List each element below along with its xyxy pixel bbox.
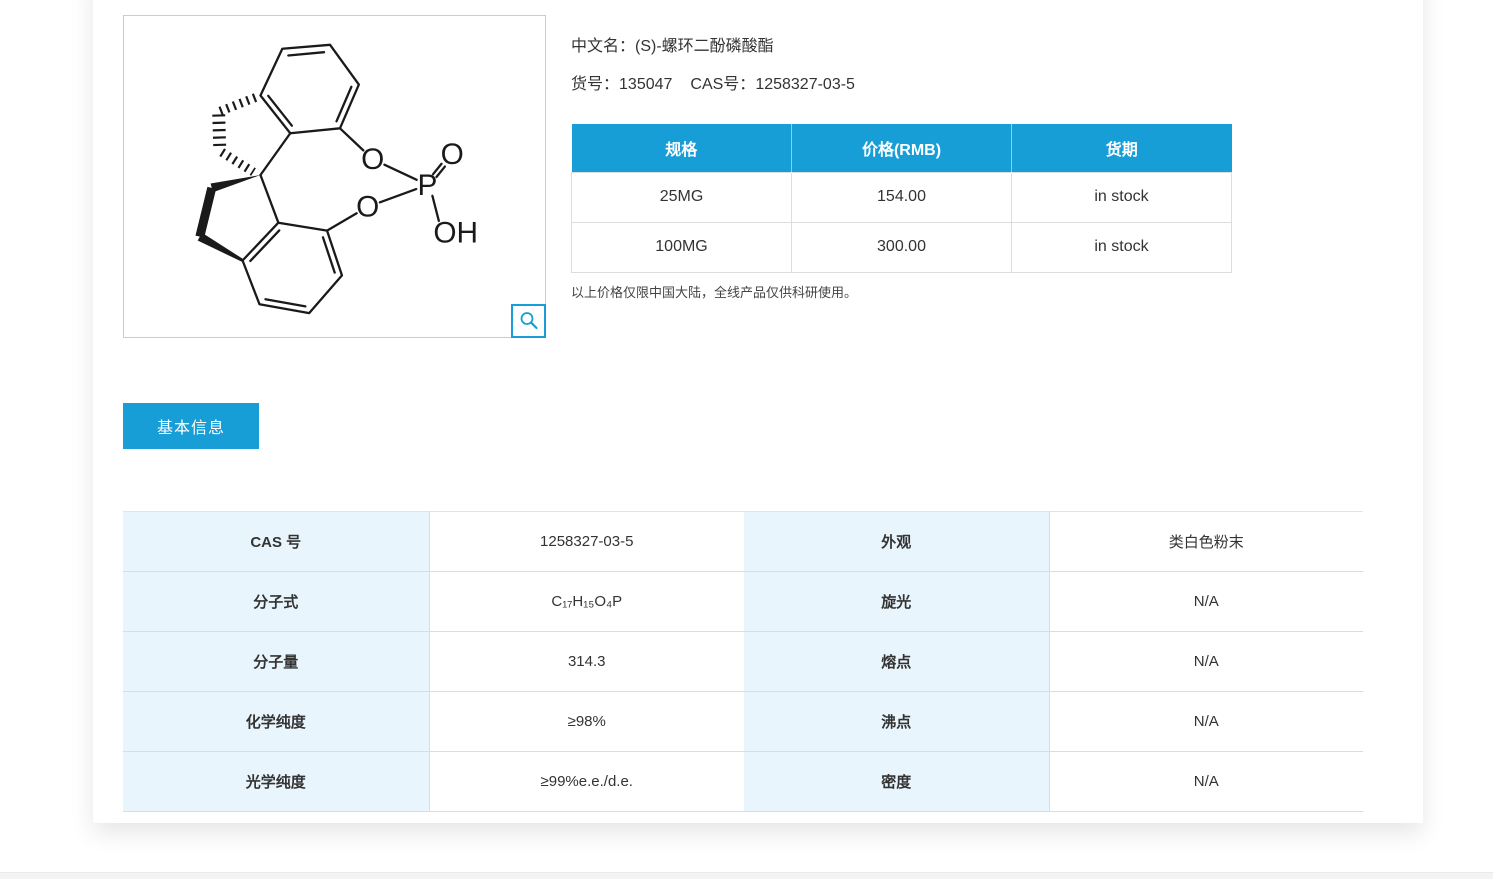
price-header-spec: 规格 [572, 124, 792, 172]
structure-image: O O P O OH [123, 15, 546, 338]
product-name-line: 中文名：(S)-螺环二酚磷酸酯 [571, 32, 774, 56]
product-name-label: 中文名： [571, 38, 635, 55]
property-label: CAS 号 [123, 512, 429, 572]
property-label: 分子量 [123, 632, 429, 692]
sku-label: 货号： [571, 76, 619, 93]
magnifier-icon [517, 309, 541, 333]
property-label: 旋光 [744, 572, 1049, 632]
cas-label: CAS号： [690, 76, 755, 93]
spec-cell: 100MG [572, 222, 792, 272]
property-label: 分子式 [123, 572, 429, 632]
cas-value: 1258327-03-5 [755, 76, 855, 93]
property-label: 化学纯度 [123, 692, 429, 752]
price-cell: 300.00 [792, 222, 1012, 272]
property-label: 密度 [744, 752, 1049, 812]
property-label: 沸点 [744, 692, 1049, 752]
spec-cell: 25MG [572, 172, 792, 222]
availability-cell: in stock [1012, 222, 1232, 272]
price-header-row: 规格 价格(RMB) 货期 [572, 124, 1232, 172]
zoom-button[interactable] [511, 304, 546, 338]
property-value: C₁₇H₁₅O₄P [429, 572, 744, 632]
property-value: N/A [1049, 632, 1363, 692]
atom-label-o-bottom: O [356, 191, 379, 224]
property-row: 分子式 C₁₇H₁₅O₄P 旋光 N/A [123, 572, 1363, 632]
property-row: 化学纯度 ≥98% 沸点 N/A [123, 692, 1363, 752]
property-row: CAS 号 1258327-03-5 外观 类白色粉末 [123, 512, 1363, 572]
property-row: 光学纯度 ≥99%e.e./d.e. 密度 N/A [123, 752, 1363, 812]
property-value: N/A [1049, 692, 1363, 752]
property-label: 外观 [744, 512, 1049, 572]
property-value: 类白色粉末 [1049, 512, 1363, 572]
property-label: 光学纯度 [123, 752, 429, 812]
property-value: ≥99%e.e./d.e. [429, 752, 744, 812]
property-value: N/A [1049, 572, 1363, 632]
footer-strip [0, 872, 1493, 879]
atom-label-o-double: O [441, 138, 464, 171]
price-header-availability: 货期 [1012, 124, 1232, 172]
property-value: 1258327-03-5 [429, 512, 744, 572]
product-page: O O P O OH 中文名：(S)-螺环二酚磷酸酯 货号：135047 CAS号… [0, 0, 1493, 879]
atom-label-oh: OH [433, 217, 478, 250]
property-value: N/A [1049, 752, 1363, 812]
price-table: 规格 价格(RMB) 货期 25MG 154.00 in stock 100MG… [571, 124, 1232, 273]
availability-cell: in stock [1012, 172, 1232, 222]
property-label: 熔点 [744, 632, 1049, 692]
property-value: 314.3 [429, 632, 744, 692]
atom-label-o-top: O [361, 143, 384, 176]
molecule-structure: O O P O OH [124, 16, 545, 337]
properties-table: CAS 号 1258327-03-5 外观 类白色粉末 分子式 C₁₇H₁₅O₄… [123, 511, 1363, 812]
property-row: 分子量 314.3 熔点 N/A [123, 632, 1363, 692]
price-header-price: 价格(RMB) [792, 124, 1012, 172]
price-row: 100MG 300.00 in stock [572, 222, 1232, 272]
product-id-line: 货号：135047 CAS号：1258327-03-5 [571, 70, 855, 94]
tab-basic-info[interactable]: 基本信息 [123, 403, 259, 449]
price-note: 以上价格仅限中国大陆，全线产品仅供科研使用。 [571, 282, 857, 301]
product-name: (S)-螺环二酚磷酸酯 [635, 38, 774, 55]
atom-label-p: P [417, 169, 437, 202]
price-cell: 154.00 [792, 172, 1012, 222]
price-row: 25MG 154.00 in stock [572, 172, 1232, 222]
sku-value: 135047 [619, 76, 672, 93]
property-value: ≥98% [429, 692, 744, 752]
